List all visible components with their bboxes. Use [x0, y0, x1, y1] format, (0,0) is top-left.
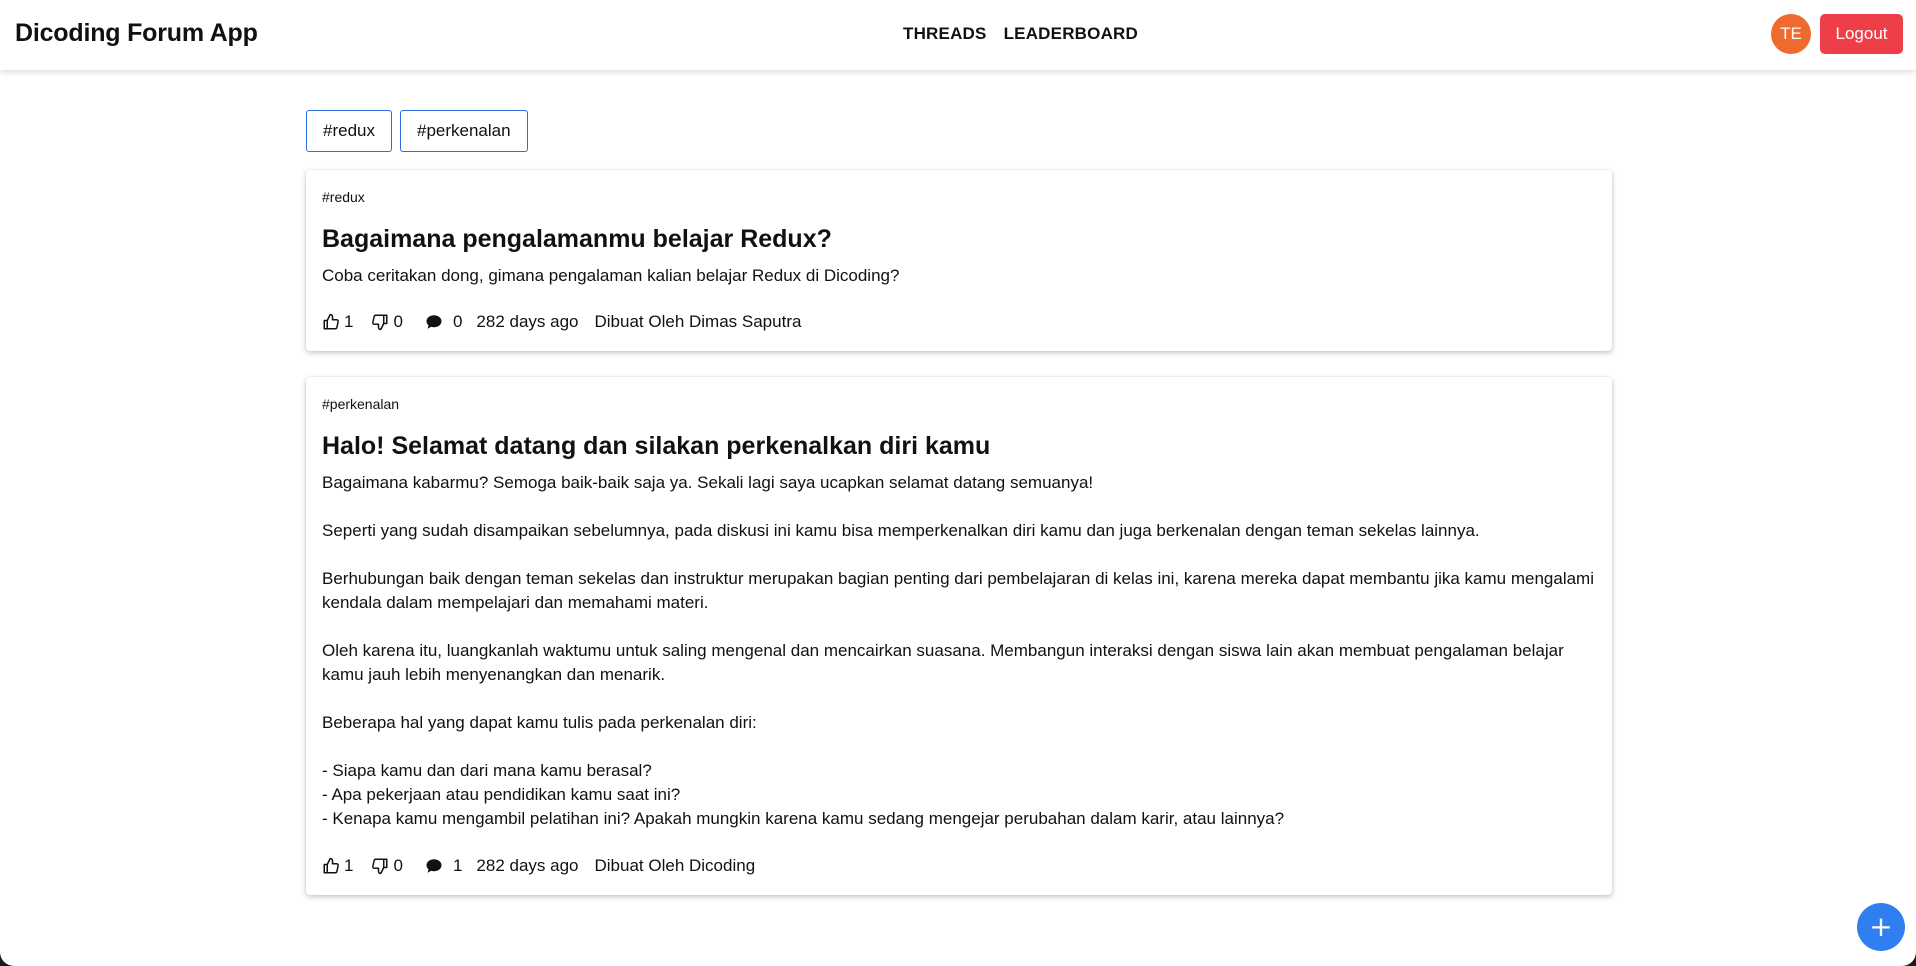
nav-leaderboard[interactable]: LEADERBOARD — [1004, 24, 1138, 44]
thread-body-list-item: - Apa pekerjaan atau pendidikan kamu saa… — [322, 785, 681, 804]
nav-threads[interactable]: THREADS — [903, 24, 987, 44]
thread-title[interactable]: Bagaimana pengalamanmu belajar Redux? — [322, 225, 832, 254]
tag-filter-redux[interactable]: #redux — [306, 110, 392, 152]
tag-filter-perkenalan[interactable]: #perkenalan — [399, 110, 528, 152]
thumbs-up-icon — [323, 313, 339, 330]
main-nav: THREADS LEADERBOARD — [903, 24, 1138, 44]
thread-author: Dibuat Oleh Dicoding — [594, 856, 756, 875]
thumbs-up-icon — [323, 857, 339, 874]
thread-body: Coba ceritakan dong, gimana pengalaman k… — [322, 264, 1596, 288]
thread-body-paragraph: Seperti yang sudah disampaikan sebelumny… — [322, 521, 1480, 540]
comment-count: 0 — [452, 312, 463, 331]
thread-body-paragraph: Bagaimana kabarmu? Semoga baik-baik saja… — [322, 473, 1094, 492]
thread-body-paragraph: Berhubungan baik dengan teman sekelas da… — [322, 569, 1594, 612]
thread-category: #redux — [322, 189, 365, 205]
thread-footer: 1 0 0 282 days ago Dibuat Oleh Dimas Sap… — [322, 312, 801, 332]
thread-author: Dibuat Oleh Dimas Saputra — [594, 312, 802, 331]
app-page: Dicoding Forum App THREADS LEADERBOARD T… — [0, 0, 1916, 966]
thread-created-time: 282 days ago — [476, 312, 579, 331]
upvote-button[interactable]: 1 — [322, 312, 353, 332]
downvote-count: 0 — [393, 856, 403, 875]
comment-icon — [426, 315, 442, 329]
thread-created-time: 282 days ago — [476, 856, 579, 875]
thread-card: #perkenalan Halo! Selamat datang dan sil… — [306, 377, 1612, 895]
add-thread-button[interactable]: + — [1857, 903, 1905, 951]
thread-body: Bagaimana kabarmu? Semoga baik-baik saja… — [322, 471, 1596, 831]
thread-body-list-item: - Kenapa kamu mengambil pelatihan ini? A… — [322, 809, 1285, 828]
thread-title[interactable]: Halo! Selamat datang dan silakan perkena… — [322, 432, 990, 461]
thread-body-list-item: - Siapa kamu dan dari mana kamu berasal? — [322, 761, 652, 780]
tag-filter-bar: #redux #perkenalan — [306, 110, 528, 152]
app-title: Dicoding Forum App — [15, 19, 258, 47]
upvote-count: 1 — [344, 312, 354, 331]
thread-category: #perkenalan — [322, 396, 400, 412]
comment-icon — [426, 859, 442, 873]
thumbs-down-icon — [372, 858, 388, 875]
app-header: Dicoding Forum App THREADS LEADERBOARD T… — [0, 0, 1916, 70]
upvote-count: 1 — [344, 856, 354, 875]
logout-button[interactable]: Logout — [1820, 14, 1903, 54]
comments-count-button[interactable]: 0 — [425, 312, 462, 332]
thread-footer: 1 0 1 282 days ago Dibuat Oleh Dicoding — [322, 856, 755, 876]
user-avatar[interactable]: TE — [1771, 14, 1811, 54]
thread-body-paragraph: Beberapa hal yang dapat kamu tulis pada … — [322, 713, 757, 732]
comment-count: 1 — [452, 856, 463, 875]
downvote-button[interactable]: 0 — [371, 312, 403, 332]
upvote-button[interactable]: 1 — [322, 856, 353, 876]
comments-count-button[interactable]: 1 — [425, 856, 462, 876]
thread-body-paragraph: Oleh karena itu, luangkanlah waktumu unt… — [322, 641, 1564, 684]
downvote-button[interactable]: 0 — [371, 856, 403, 876]
thread-card: #redux Bagaimana pengalamanmu belajar Re… — [306, 170, 1612, 351]
downvote-count: 0 — [393, 312, 403, 331]
thumbs-down-icon — [372, 314, 388, 331]
thread-body-paragraph: Coba ceritakan dong, gimana pengalaman k… — [322, 266, 900, 285]
